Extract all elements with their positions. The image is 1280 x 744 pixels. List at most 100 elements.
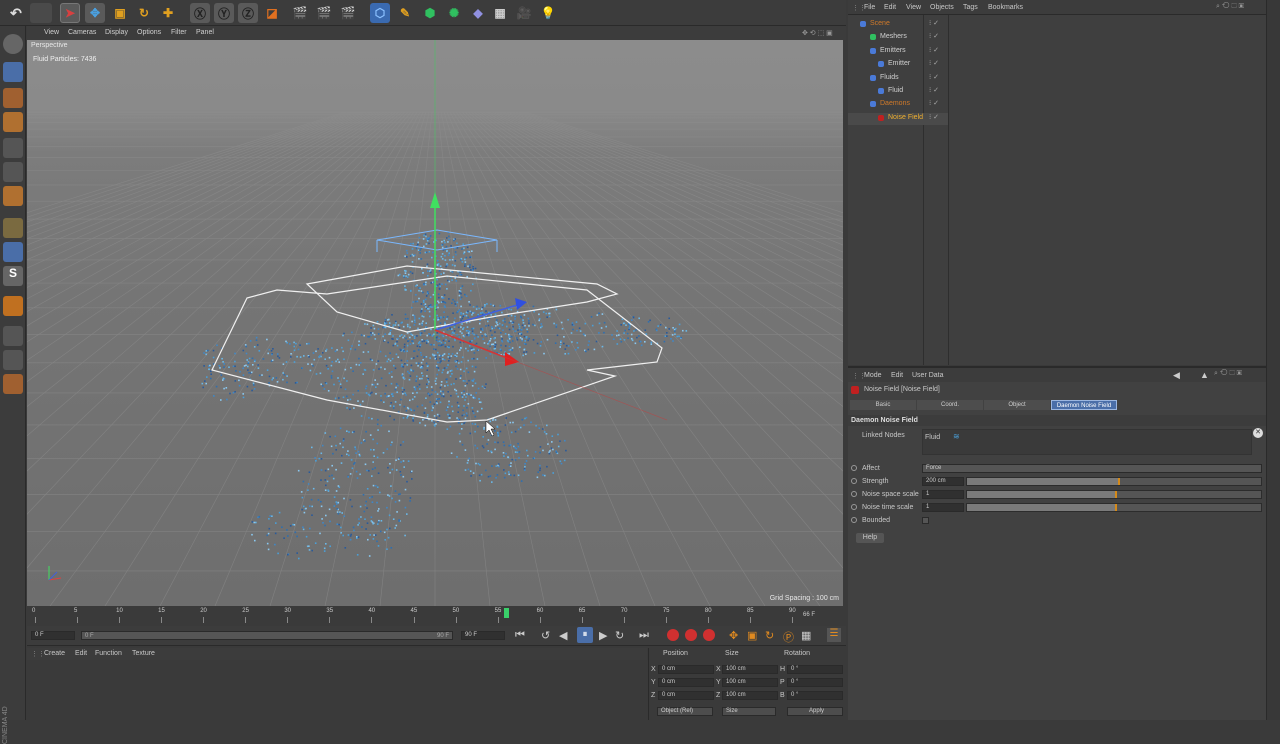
help-button[interactable]: Help [856,533,884,543]
model-mode-icon[interactable] [3,62,23,82]
visibility-check-icon[interactable]: ⁝ ✓ [929,113,939,121]
apply-button[interactable]: Apply [787,707,843,716]
lock-workplane-icon[interactable] [3,350,23,370]
coordinate-system-icon[interactable]: ◪ [262,3,282,23]
subdivision-icon[interactable]: ⬢ [420,3,440,23]
viewport-menu-view[interactable]: View [44,29,59,36]
obj-menu-file[interactable]: File [864,4,875,11]
back-arrow-icon[interactable]: ◀ [1173,370,1180,381]
polygons-mode-icon[interactable] [3,186,23,206]
record-keys-icon[interactable] [667,629,679,641]
keyframe-selection-icon[interactable] [703,629,715,641]
noise-space-scale-slider[interactable] [966,490,1262,499]
render-picture-viewer-icon[interactable]: 🎬 [314,3,334,23]
key-rotation-icon[interactable]: ↻ [765,629,774,642]
cloner-icon[interactable]: ✺ [444,3,464,23]
move-tool-icon[interactable]: ✥ [85,3,105,23]
visibility-check-icon[interactable]: ⁝ ✓ [929,19,939,27]
start-frame-field[interactable]: 0 F [31,631,75,640]
rotate-tool-icon[interactable]: ↻ [134,3,154,23]
frame-range-slider[interactable]: 0 F 90 F [81,631,453,640]
axis-mode-icon[interactable] [3,218,23,238]
key-parameter-icon[interactable]: Ⓟ [783,629,794,645]
material-menu-edit[interactable]: Edit [75,650,87,657]
key-position-icon[interactable]: ✥ [729,629,738,642]
size-z-field[interactable]: 100 cm [722,691,778,700]
viewport-nav-icons[interactable]: ✥ ⟲ ⬚ ▣ [802,29,833,37]
material-menu-function[interactable]: Function [95,650,122,657]
visibility-check-icon[interactable]: ⁝ ✓ [929,99,939,107]
previous-frame-icon[interactable]: ◀ [559,629,567,642]
planar-workplane-icon[interactable] [3,374,23,394]
x-axis-lock-icon[interactable]: Ⓧ [190,3,210,23]
spline-pen-icon[interactable]: ✎ [395,3,415,23]
viewport-menu-display[interactable]: Display [105,29,128,36]
workplane-mode-icon[interactable] [3,112,23,132]
obj-daemons[interactable]: Daemons ⁝ ✓ [848,99,948,111]
timeline-options-icon[interactable]: ☰ [827,628,841,642]
size-y-field[interactable]: 100 cm [722,678,778,687]
viewport-menu-filter[interactable]: Filter [171,29,187,36]
obj-menu-edit[interactable]: Edit [884,4,896,11]
visibility-check-icon[interactable]: ⁝ ✓ [929,86,939,94]
go-to-end-icon[interactable]: ⏭ [639,629,649,642]
material-menu-texture[interactable]: Texture [132,650,155,657]
tab-coord[interactable]: Coord. [917,400,983,410]
up-arrow-icon[interactable]: ▲ [1200,370,1209,380]
material-list[interactable] [27,660,647,720]
undo-icon[interactable]: ↶ [6,3,26,23]
noise-time-scale-field[interactable]: 1 [922,503,964,512]
attr-menu-edit[interactable]: Edit [891,372,903,379]
size-x-field[interactable]: 100 cm [722,665,778,674]
key-scale-icon[interactable]: ▣ [747,629,757,642]
obj-emitter[interactable]: Emitter ⁝ ✓ [848,59,948,71]
obj-noise-field[interactable]: Noise Field ⁝ ✓ [848,112,948,125]
magnet-icon[interactable] [3,296,23,316]
noise-time-scale-slider[interactable] [966,503,1262,512]
floor-icon[interactable]: ▦ [490,3,510,23]
size-mode-dropdown[interactable]: Size [722,707,776,716]
viewport-menu-cameras[interactable]: Cameras [68,29,96,36]
viewport-menu-panel[interactable]: Panel [196,29,214,36]
material-menu-create[interactable]: Create [44,650,65,657]
rotation-h-field[interactable]: 0 ° [787,665,843,674]
render-view-icon[interactable]: 🎬 [290,3,310,23]
go-to-start-icon[interactable]: ⏮ [515,629,525,642]
param-anim-dot[interactable] [851,517,857,523]
obj-menu-view[interactable]: View [906,4,921,11]
x-axis-arrow-icon[interactable] [505,352,519,366]
key-pla-icon[interactable]: ▦ [801,629,811,642]
scale-tool-icon[interactable]: ▣ [110,3,130,23]
tab-daemon-noise-field[interactable]: Daemon Noise Field [1051,400,1117,410]
edges-mode-icon[interactable] [3,162,23,182]
next-frame-icon[interactable]: ▶ [599,629,607,642]
autokey-icon[interactable] [685,629,697,641]
tab-basic[interactable]: Basic [850,400,916,410]
obj-menu-bookmarks[interactable]: Bookmarks [988,4,1023,11]
obj-manager-nav-icons[interactable]: ⌕ ⟲ ⬚ ▣ [1216,3,1244,11]
timeline-ruler[interactable]: 0 5 10 15 20 25 30 35 40 45 50 55 60 65 70 75 80 85 90 66 … [27,606,846,626]
make-editable-icon[interactable] [3,34,23,54]
linked-node-item[interactable]: Fluid [925,434,940,441]
viewport-menu-options[interactable]: Options [137,29,161,36]
light-icon[interactable]: 💡 [538,3,558,23]
side-tab-strip[interactable] [1266,0,1280,720]
z-axis-arrow-icon[interactable] [515,298,527,310]
emitter-box[interactable] [376,229,498,252]
bounded-checkbox[interactable] [922,517,929,524]
obj-fluids[interactable]: Fluids ⁝ ✓ [848,73,948,85]
y-axis-arrow-icon[interactable] [430,192,440,208]
param-anim-dot[interactable] [851,465,857,471]
obj-emitters[interactable]: Emitters ⁝ ✓ [848,46,948,58]
obj-meshers[interactable]: Meshers ⁝ ✓ [848,32,948,44]
rotation-b-field[interactable]: 0 ° [787,691,843,700]
render-settings-icon[interactable]: 🎬 [338,3,358,23]
deformer-icon[interactable]: ◆ [468,3,488,23]
attr-menu-user-data[interactable]: User Data [912,372,944,379]
snap-icon[interactable]: S [3,266,23,286]
remove-link-icon[interactable]: ✕ [1253,428,1263,438]
grid-icon[interactable] [3,326,23,346]
previous-key-icon[interactable]: ↺ [541,629,550,642]
tab-object[interactable]: Object [984,400,1050,410]
position-y-field[interactable]: 0 cm [658,678,714,687]
